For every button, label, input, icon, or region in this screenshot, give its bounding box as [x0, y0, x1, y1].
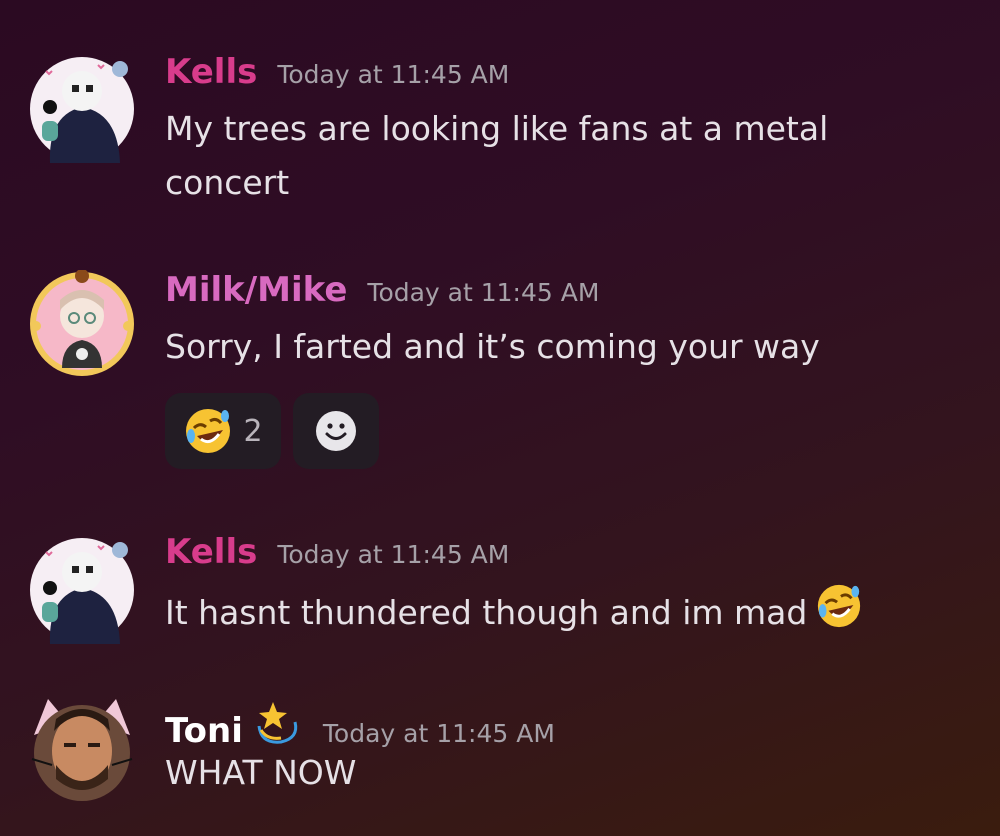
- avatar-milk-mike[interactable]: [28, 270, 136, 378]
- message-text: My trees are looking like fans at a meta…: [165, 109, 829, 202]
- message-text: WHAT NOW: [165, 753, 357, 792]
- message-timestamp: Today at 11:45 AM: [322, 719, 555, 748]
- message-text: Sorry, I farted and it’s coming your way: [165, 327, 820, 366]
- avatar-toni[interactable]: [28, 695, 136, 803]
- toni-avatar-image: [31, 699, 133, 801]
- message-timestamp: Today at 11:45 AM: [277, 540, 510, 569]
- username-toni[interactable]: Toni: [165, 711, 243, 751]
- username-kells[interactable]: Kells: [165, 52, 257, 92]
- kells-avatar-image: [30, 538, 134, 644]
- reaction-bar: 2: [165, 393, 379, 469]
- reaction-count: 2: [243, 413, 263, 449]
- message-text: It hasnt thundered though and im mad: [165, 593, 808, 632]
- add-reaction-button[interactable]: [293, 393, 379, 469]
- username-milk-mike[interactable]: Milk/Mike: [165, 270, 347, 310]
- milk-mike-avatar-image: [30, 270, 134, 376]
- rolling-on-floor-laughing-emoji: [815, 582, 863, 646]
- message-timestamp: Today at 11:45 AM: [367, 278, 600, 307]
- message-timestamp: Today at 11:45 AM: [277, 60, 510, 89]
- dizzy-emoji: [251, 696, 303, 752]
- avatar-kells[interactable]: [28, 55, 136, 163]
- add-reaction-smiley-icon: [316, 411, 356, 451]
- message-text-container: It hasnt thundered though and im mad: [165, 582, 945, 646]
- kells-avatar-image: [30, 57, 134, 163]
- reaction-rofl[interactable]: 2: [165, 393, 281, 469]
- username-kells[interactable]: Kells: [165, 532, 257, 572]
- avatar-kells[interactable]: [28, 536, 136, 644]
- rolling-on-floor-laughing-emoji: [186, 409, 231, 453]
